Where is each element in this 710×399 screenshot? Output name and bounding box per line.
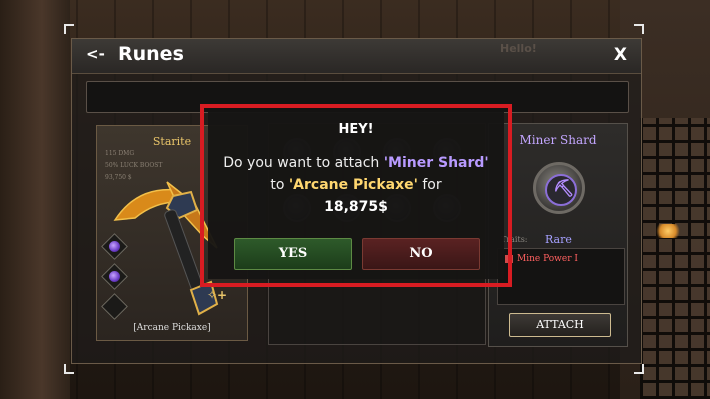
background-grate: [640, 118, 710, 399]
message-price: 18,875$: [324, 199, 388, 215]
frame-corner: [64, 24, 74, 34]
yes-button[interactable]: YES: [234, 238, 352, 270]
message-rune-name: 'Miner Shard': [383, 155, 489, 171]
background-post: [0, 0, 70, 399]
modal-title: HEY!: [338, 122, 374, 137]
message-item-name: 'Arcane Pickaxe': [288, 177, 418, 193]
message-text: to: [270, 177, 289, 193]
item-stat-damage: 115 DMG: [105, 150, 135, 157]
message-text: for: [417, 177, 442, 193]
frame-corner: [634, 24, 644, 34]
rune-gem-icon: [109, 241, 120, 252]
rarity-label: Rare: [545, 233, 572, 246]
confirm-modal: HEY! Do you want to attach 'Miner Shard'…: [208, 112, 504, 279]
frame-corner: [634, 364, 644, 374]
panel-header: <- Runes Hello! X: [72, 39, 641, 74]
trait-item: Mine Power I: [505, 254, 578, 264]
background-lamp: [654, 224, 682, 238]
back-button[interactable]: <-: [86, 45, 105, 63]
frame-corner: [64, 364, 74, 374]
faded-hello-text: Hello!: [500, 42, 537, 55]
trait-label: Mine Power I: [517, 254, 578, 264]
message-text: Do you want to attach: [223, 155, 384, 171]
item-label: [Arcane Pickaxe]: [133, 323, 211, 333]
miner-shard-icon: ⛏: [533, 162, 585, 214]
no-button[interactable]: NO: [362, 238, 480, 270]
page-title: Runes: [118, 43, 184, 65]
rune-gem-icon: [109, 271, 120, 282]
attach-button[interactable]: ATTACH: [509, 313, 611, 337]
item-stat-luck: 50% LUCK BOOST: [105, 162, 163, 169]
sparkle-icon: ✧+: [207, 288, 228, 302]
modal-message: Do you want to attach 'Miner Shard' to '…: [218, 152, 494, 218]
close-button[interactable]: X: [614, 45, 627, 65]
